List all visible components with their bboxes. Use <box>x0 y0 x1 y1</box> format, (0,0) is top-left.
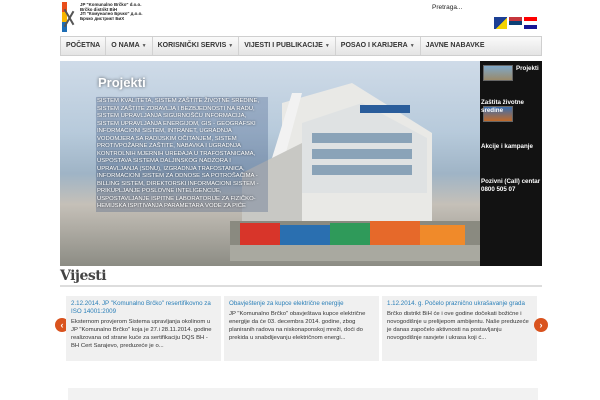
footer-strip <box>68 388 538 400</box>
crowd-image <box>230 221 480 261</box>
news-card-body: Eksternom provjerom Sistema upravljanja … <box>71 319 212 350</box>
slider-thumbnails: Projekti Zaštita životne sredine Akcije … <box>480 61 542 266</box>
nav-item-vijesti[interactable]: VIJESTI I PUBLIKACIJE ▼ <box>239 37 336 55</box>
caret-down-icon: ▼ <box>409 43 415 49</box>
news-divider <box>60 285 542 287</box>
slide-description: Sistem kvaliteta, sistem zaštite životne… <box>96 97 268 212</box>
thumb-image <box>483 65 513 81</box>
nav-item-posao[interactable]: POSAO I KARIJERA ▼ <box>336 37 421 55</box>
nav-item-javne-nabavke[interactable]: JAVNE NABAVKE <box>421 37 490 55</box>
nav-item-o-nama[interactable]: O NAMA ▼ <box>106 37 153 55</box>
news-card-body: JP "Komunalno Brčko" obavještava kupce e… <box>229 311 366 342</box>
nav-label: VIJESTI I PUBLIKACIJE <box>244 42 323 49</box>
thumb-label: Pozivni (Call) centar 0800 505 07 <box>481 178 541 193</box>
hero-slider[interactable]: Projekti Sistem kvaliteta, sistem zaštit… <box>60 61 480 266</box>
nav-item-korisnicki-servis[interactable]: KORISNIČKI SERVIS ▼ <box>153 37 240 55</box>
main-nav: POČETNA O NAMA ▼ KORISNIČKI SERVIS ▼ VIJES… <box>60 36 542 56</box>
thumb-call-centar[interactable]: Pozivni (Call) centar 0800 505 07 <box>480 178 542 266</box>
news-card[interactable]: 2.12.2014. JP "Komunalno Brčko" resertif… <box>66 296 221 361</box>
news-card-title[interactable]: 2.12.2014. JP "Komunalno Brčko" resertif… <box>71 300 216 316</box>
logo-text: JP "Komunalno Brčko" d.o.o. Brčko distri… <box>80 2 143 21</box>
nav-item-pocetna[interactable]: POČETNA <box>61 37 107 55</box>
company-logo[interactable]: JP "Komunalno Brčko" d.o.o. Brčko distri… <box>62 2 186 33</box>
building-image <box>242 83 432 223</box>
caret-down-icon: ▼ <box>324 43 330 49</box>
caret-down-icon: ▼ <box>228 43 234 49</box>
news-heading: Vijesti <box>60 268 107 284</box>
nav-label: JAVNE NABAVKE <box>425 42 485 49</box>
news-card-title[interactable]: 1.12.2014. g. Počelo praznično ukrašavan… <box>387 300 532 308</box>
news-card-body: Brčko distrikt BiH će i ove godine doček… <box>387 311 529 342</box>
flag-bosnian-icon[interactable] <box>494 17 507 29</box>
next-arrow-icon[interactable]: › <box>534 318 548 332</box>
language-switcher <box>494 17 538 29</box>
flag-serbian-icon[interactable] <box>509 17 522 29</box>
nav-label: O NAMA <box>111 42 140 49</box>
thumb-label: Projekti <box>516 65 539 72</box>
nav-label: POSAO I KARIJERA <box>340 42 408 49</box>
caret-down-icon: ▼ <box>141 43 147 49</box>
thumb-label: Zaštita životne sredine <box>481 99 524 114</box>
news-card[interactable]: Obavještenje za kupce električne energij… <box>224 296 379 361</box>
logo-mark-icon <box>62 2 76 33</box>
news-card-title[interactable]: Obavještenje za kupce električne energij… <box>229 300 374 308</box>
nav-label: KORISNIČKI SERVIS <box>157 42 227 49</box>
slide-title: Projekti <box>98 75 146 90</box>
site-header: JP "Komunalno Brčko" d.o.o. Brčko distri… <box>0 0 600 36</box>
search-link[interactable]: Pretraga... <box>432 4 462 11</box>
nav-label: POČETNA <box>66 42 101 49</box>
thumb-label: Akcije i kampanje <box>481 143 533 150</box>
flag-croatian-icon[interactable] <box>524 17 537 29</box>
thumb-projekti[interactable]: Projekti <box>480 61 542 102</box>
news-card[interactable]: 1.12.2014. g. Počelo praznično ukrašavan… <box>382 296 537 361</box>
